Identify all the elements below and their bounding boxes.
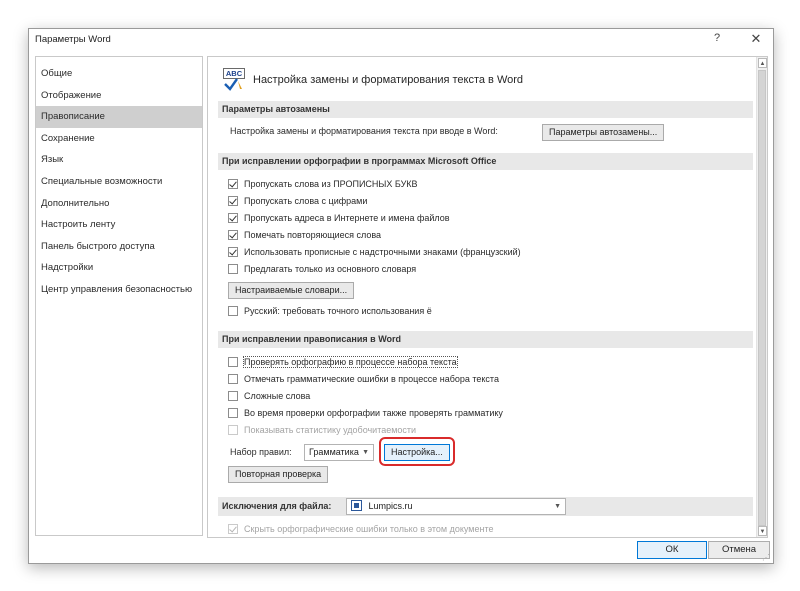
- rules-value: Грамматика: [309, 447, 359, 457]
- categories-sidebar: Общие Отображение Правописание Сохранени…: [35, 56, 203, 536]
- scroll-down-icon[interactable]: ▼: [758, 526, 767, 536]
- exceptions-file-value: Lumpics.ru: [368, 501, 413, 511]
- resize-grip-icon[interactable]: ⋰: [762, 553, 772, 563]
- option-label: Помечать повторяющиеся слова: [244, 230, 382, 240]
- option-flag-repeated[interactable]: Помечать повторяющиеся слова: [228, 227, 381, 243]
- sidebar-item-general[interactable]: Общие: [36, 63, 202, 85]
- sidebar-item-advanced[interactable]: Дополнительно: [36, 193, 202, 215]
- checkbox[interactable]: [228, 306, 238, 316]
- vertical-scrollbar[interactable]: ▲ ▼: [756, 57, 767, 537]
- sidebar-item-save[interactable]: Сохранение: [36, 128, 202, 150]
- section-autocorrect: Параметры автозамены: [218, 101, 753, 118]
- option-ignore-uppercase[interactable]: Пропускать слова из ПРОПИСНЫХ БУКВ: [228, 176, 418, 192]
- option-russian-yo[interactable]: Русский: требовать точного использования…: [228, 303, 432, 319]
- sidebar-item-addins[interactable]: Надстройки: [36, 257, 202, 279]
- checkmark-icon: [224, 78, 242, 91]
- close-button[interactable]: ✕: [747, 31, 765, 49]
- option-label: Пропускать слова из ПРОПИСНЫХ БУКВ: [244, 179, 418, 189]
- option-label: Сложные слова: [244, 391, 311, 401]
- proofing-panel: ABC Настройка замены и форматирования те…: [207, 56, 768, 538]
- option-mark-grammar[interactable]: Отмечать грамматические ошибки в процесс…: [228, 371, 499, 387]
- checkbox: [228, 524, 238, 534]
- exceptions-label: Исключения для файла:: [222, 501, 332, 511]
- sidebar-item-customize-ribbon[interactable]: Настроить ленту: [36, 214, 202, 236]
- option-label: Пропускать слова с цифрами: [244, 196, 368, 206]
- option-check-spelling-as-type[interactable]: Проверять орфографию в процессе набора т…: [228, 354, 458, 370]
- ok-button[interactable]: ОК: [637, 541, 707, 559]
- sidebar-item-proofing[interactable]: Правописание: [36, 106, 202, 128]
- autocorrect-label: Настройка замены и форматирования текста…: [230, 126, 498, 136]
- option-check-grammar[interactable]: Во время проверки орфографии также прове…: [228, 405, 503, 421]
- chevron-down-icon: ▼: [362, 449, 369, 456]
- checkbox[interactable]: [228, 179, 238, 189]
- sidebar-item-trust-center[interactable]: Центр управления безопасностью: [36, 279, 202, 301]
- checkbox[interactable]: [228, 230, 238, 240]
- recheck-button[interactable]: Повторная проверка: [228, 466, 329, 483]
- checkbox[interactable]: [228, 357, 238, 367]
- panel-heading: Настройка замены и форматирования текста…: [253, 74, 524, 86]
- checkbox[interactable]: [228, 247, 238, 257]
- option-label: Скрыть орфографические ошибки только в э…: [244, 524, 494, 534]
- title-bar: Параметры Word ? ✕: [29, 29, 773, 51]
- chevron-down-icon: ▼: [554, 503, 561, 510]
- checkbox[interactable]: [228, 374, 238, 384]
- option-ignore-numbers[interactable]: Пропускать слова с цифрами: [228, 193, 367, 209]
- exceptions-file-select[interactable]: Lumpics.ru ▼: [346, 498, 566, 515]
- option-french-accents[interactable]: Использовать прописные с надстрочными зн…: [228, 244, 521, 260]
- cancel-button[interactable]: Отмена: [708, 541, 770, 559]
- option-readability-stats: Показывать статистику удобочитаемости: [228, 422, 416, 438]
- custom-dictionaries-button[interactable]: Настраиваемые словари...: [228, 282, 355, 299]
- sidebar-item-language[interactable]: Язык: [36, 149, 202, 171]
- option-compound-words[interactable]: Сложные слова: [228, 388, 310, 404]
- checkbox[interactable]: [228, 264, 238, 274]
- rules-label: Набор правил:: [230, 447, 292, 457]
- proofing-content: ABC Настройка замены и форматирования те…: [208, 57, 757, 537]
- dialog-title: Параметры Word: [35, 34, 111, 45]
- option-label: Пропускать адреса в Интернете и имена фа…: [244, 213, 450, 223]
- scroll-up-icon[interactable]: ▲: [758, 58, 767, 68]
- section-word-spelling: При исправлении правописания в Word: [218, 331, 753, 348]
- grammar-settings-button[interactable]: Настройка...: [384, 444, 450, 461]
- checkbox[interactable]: [228, 196, 238, 206]
- sidebar-item-quick-access[interactable]: Панель быстрого доступа: [36, 236, 202, 258]
- option-label: Во время проверки орфографии также прове…: [244, 408, 503, 418]
- checkbox[interactable]: [228, 391, 238, 401]
- option-hide-spelling-errors: Скрыть орфографические ошибки только в э…: [228, 521, 494, 537]
- rules-select[interactable]: Грамматика ▼: [304, 444, 374, 461]
- checkbox: [228, 425, 238, 435]
- option-ignore-urls[interactable]: Пропускать адреса в Интернете и имена фа…: [228, 210, 450, 226]
- section-office-spelling: При исправлении орфографии в программах …: [218, 153, 753, 170]
- spelling-abc-icon: ABC: [223, 68, 247, 92]
- option-label: Проверять орфографию в процессе набора т…: [243, 356, 458, 368]
- panel-header: ABC Настройка замены и форматирования те…: [223, 67, 523, 93]
- word-options-dialog: Параметры Word ? ✕ Общие Отображение Пра…: [28, 28, 774, 564]
- autocorrect-options-button[interactable]: Параметры автозамены...: [542, 124, 665, 141]
- sidebar-item-accessibility[interactable]: Специальные возможности: [36, 171, 202, 193]
- option-label: Отмечать грамматические ошибки в процесс…: [244, 374, 499, 384]
- checkbox[interactable]: [228, 213, 238, 223]
- help-button[interactable]: ?: [709, 32, 725, 48]
- option-label: Предлагать только из основного словаря: [244, 264, 417, 274]
- option-label: Показывать статистику удобочитаемости: [244, 425, 417, 435]
- sidebar-item-display[interactable]: Отображение: [36, 85, 202, 107]
- option-main-dictionary-only[interactable]: Предлагать только из основного словаря: [228, 261, 416, 277]
- word-document-icon: [351, 500, 362, 511]
- option-label: Использовать прописные с надстрочными зн…: [244, 247, 521, 257]
- option-label: Русский: требовать точного использования…: [244, 306, 432, 316]
- scroll-thumb[interactable]: [758, 70, 766, 526]
- checkbox[interactable]: [228, 408, 238, 418]
